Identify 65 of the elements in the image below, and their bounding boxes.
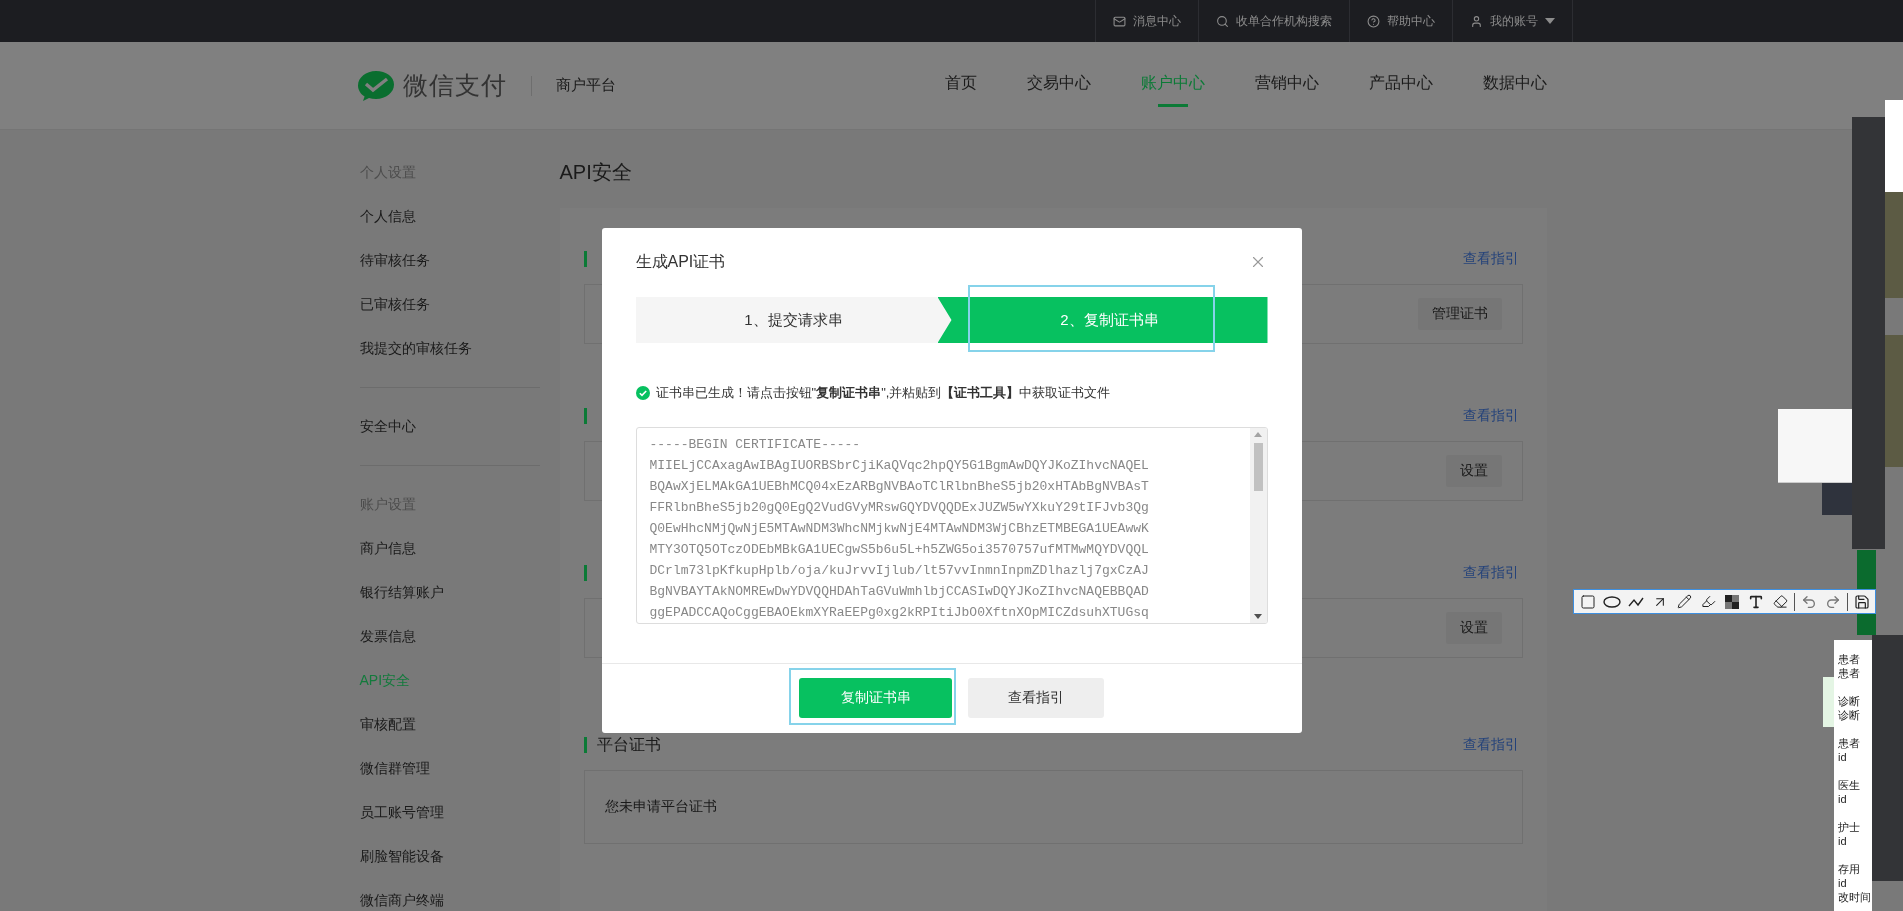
panel-text: id (1838, 834, 1848, 848)
panel-text: 患者 (1838, 736, 1861, 750)
sidebar-item[interactable]: 审核配置 (356, 702, 560, 746)
copy-button[interactable]: 复制证书串 (799, 678, 952, 718)
guide-link[interactable]: 查看指引 (1462, 736, 1519, 754)
sidebar-item[interactable]: 员工账号管理 (356, 790, 560, 834)
sidebar-item[interactable]: 发票信息 (356, 614, 560, 658)
guide-link[interactable]: 查看指引 (1462, 250, 1519, 268)
top-bar-label: 收单合作机构搜索 (1236, 12, 1332, 30)
step-tab[interactable]: 2、复制证书串 (937, 297, 1268, 343)
user-icon (1470, 14, 1483, 28)
top-bar-label: 消息中心 (1133, 12, 1181, 30)
search-icon (1216, 14, 1229, 28)
section-button[interactable]: 设置 (1445, 455, 1502, 487)
top-bar-label: 帮助中心 (1387, 12, 1435, 30)
panel-text: 护士 (1838, 820, 1861, 834)
check-icon (635, 386, 650, 400)
sidebar-item[interactable]: 已审核任务 (356, 282, 560, 326)
section-button[interactable]: 管理证书 (1417, 298, 1502, 330)
panel-text: 存用 (1838, 862, 1861, 876)
guide-link[interactable]: 查看指引 (1462, 407, 1519, 425)
nav-tab[interactable]: 数据中心 (1482, 42, 1547, 129)
sidebar-item[interactable]: 个人信息 (356, 194, 560, 238)
page-title: API安全 (559, 160, 633, 185)
sidebar-item[interactable]: 商户信息 (356, 526, 560, 570)
panel-text: id (1838, 792, 1848, 806)
scroll-down-icon[interactable] (1254, 614, 1262, 619)
guide-button[interactable]: 查看指引 (968, 678, 1104, 718)
panel-text: id (1838, 876, 1848, 890)
scrollbar[interactable] (1249, 428, 1267, 623)
panel-text: 诊断 (1838, 708, 1861, 722)
sidebar-item[interactable]: 刷脸智能设备 (356, 834, 560, 878)
check-bubble-icon (356, 69, 395, 102)
guide-link[interactable]: 查看指引 (1462, 564, 1519, 582)
section-heading: 平台证书 (596, 734, 661, 755)
brand-name: 微信支付 (402, 70, 507, 101)
nav-tab[interactable]: 首页 (944, 42, 977, 129)
panel-text: 诊断 (1838, 694, 1861, 708)
panel-text: id (1838, 750, 1848, 764)
panel-text: 医生 (1838, 778, 1861, 792)
top-bar-label: 我的账号 (1490, 12, 1538, 30)
platform-name: 商户平台 (555, 76, 616, 95)
nav-tab[interactable]: 营销中心 (1254, 42, 1319, 129)
sidebar-item[interactable]: 微信商户终端 (356, 878, 560, 911)
panel-text: 患者 (1838, 666, 1861, 680)
sidebar-item[interactable]: 银行结算账户 (356, 570, 560, 614)
dialog-title: 生成API证书 (635, 251, 726, 272)
section-button[interactable]: 设置 (1445, 612, 1502, 644)
certificate-text: -----BEGIN CERTIFICATE----- MIIELjCCAxagAwIBAgIUORBSbrCjiKaQVqc2hpQY5G1BgmAwDQYJKoZIhvcNAQEL BQAwXjELMAkGA1UEBhMCQ04xEzARBgNVBAoTClRlbnBheS5jb20xHTAbBgNVBAsT FFRlbnBheS5jb20gQ0EgQ2VudGVyMRswGQYDVQQDExJUZW5wYXkuY29tIFJvb3Qg Q0EwHhcNMjQwNjE5MTAwNDM3WhcNMjkwNjE4MTAwNDM3WjCBhzETMBEGA1UEAwwK MTY3OTQ5OTczODEbMBkGA1UECgwS5b6u5L+h5ZWG5oi3570757ufMTMwMQYDVQQL DCrlm73lpKfkupHplb/oja/kuJrvvIjlub/lt57vvInmnInpmZDlhazlj7gxCzAJ BgNVBAYTAkNOMREwDwYDVQQHDAhTaGVuWmhlbjCCASIwDQYJKoZIhvcNAQEBBQAD ggEPADCCAQoCggEBAOEkmXYRaEEPg0xg2kRPItiJbO0XftnXOpMICZdsuhXTUGsq (648, 436, 1150, 622)
sidebar-item[interactable]: 微信群管理 (356, 746, 560, 790)
panel-text: 改时间 (1838, 890, 1872, 904)
sidebar-item[interactable]: 我提交的审核任务 (356, 326, 560, 370)
success-message: 证书串已生成！请点击按钮"复制证书串",并粘贴到【证书工具】中获取证书文件 (655, 384, 1111, 402)
certificate-field[interactable] (635, 427, 1268, 624)
section-note: 您未申请平台证书 (604, 798, 717, 816)
mail-icon (1113, 14, 1126, 28)
sidebar-item[interactable]: 安全中心 (356, 404, 560, 448)
sidebar-item[interactable]: 待审核任务 (356, 238, 560, 282)
scroll-thumb[interactable] (1253, 443, 1263, 491)
nav-tab[interactable]: 产品中心 (1368, 42, 1433, 129)
window-fragment (1823, 677, 1834, 727)
help-icon (1367, 14, 1380, 28)
panel-text: 患者 (1838, 652, 1861, 666)
step-tab[interactable]: 1、提交请求串 (635, 297, 952, 343)
nav-tab[interactable]: 交易中心 (1026, 42, 1091, 129)
